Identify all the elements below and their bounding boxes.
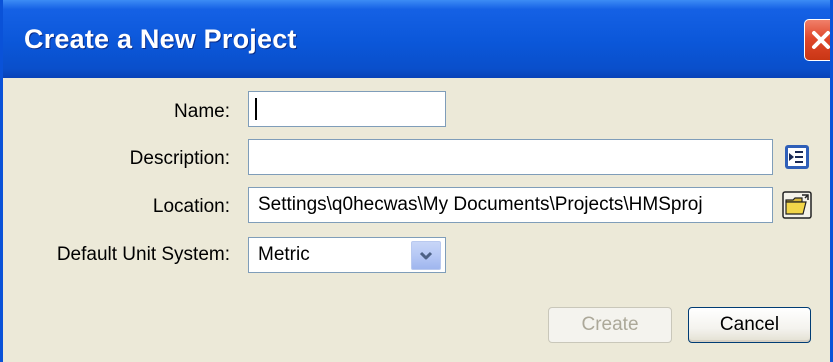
location-value: Settings\q0hecwas\My Documents\Projects\… [258,194,703,215]
create-button[interactable]: Create [548,307,672,343]
unit-system-dropdown-button[interactable] [411,241,441,270]
unit-system-label: Default Unit System: [56,244,230,265]
title-bar[interactable]: Create a New Project [3,0,830,78]
name-label: Name: [174,101,230,122]
browse-location-button[interactable] [782,191,812,219]
location-label: Location: [152,196,230,217]
open-folder-icon [782,191,812,219]
location-input[interactable]: Settings\q0hecwas\My Documents\Projects\… [248,187,773,223]
name-input[interactable] [248,91,446,127]
text-caret [255,98,257,120]
unit-system-value: Metric [258,244,310,265]
description-editor-button[interactable] [783,143,811,171]
chevron-down-icon [419,251,433,260]
close-icon [812,31,830,49]
description-input[interactable] [248,139,773,175]
close-button[interactable] [804,19,830,61]
text-editor-icon [785,145,809,169]
cancel-button[interactable]: Cancel [688,307,811,343]
dialog-title: Create a New Project [24,24,297,54]
description-label: Description: [129,148,230,169]
create-project-dialog: Create a New Project Name: Description: … [0,0,833,362]
